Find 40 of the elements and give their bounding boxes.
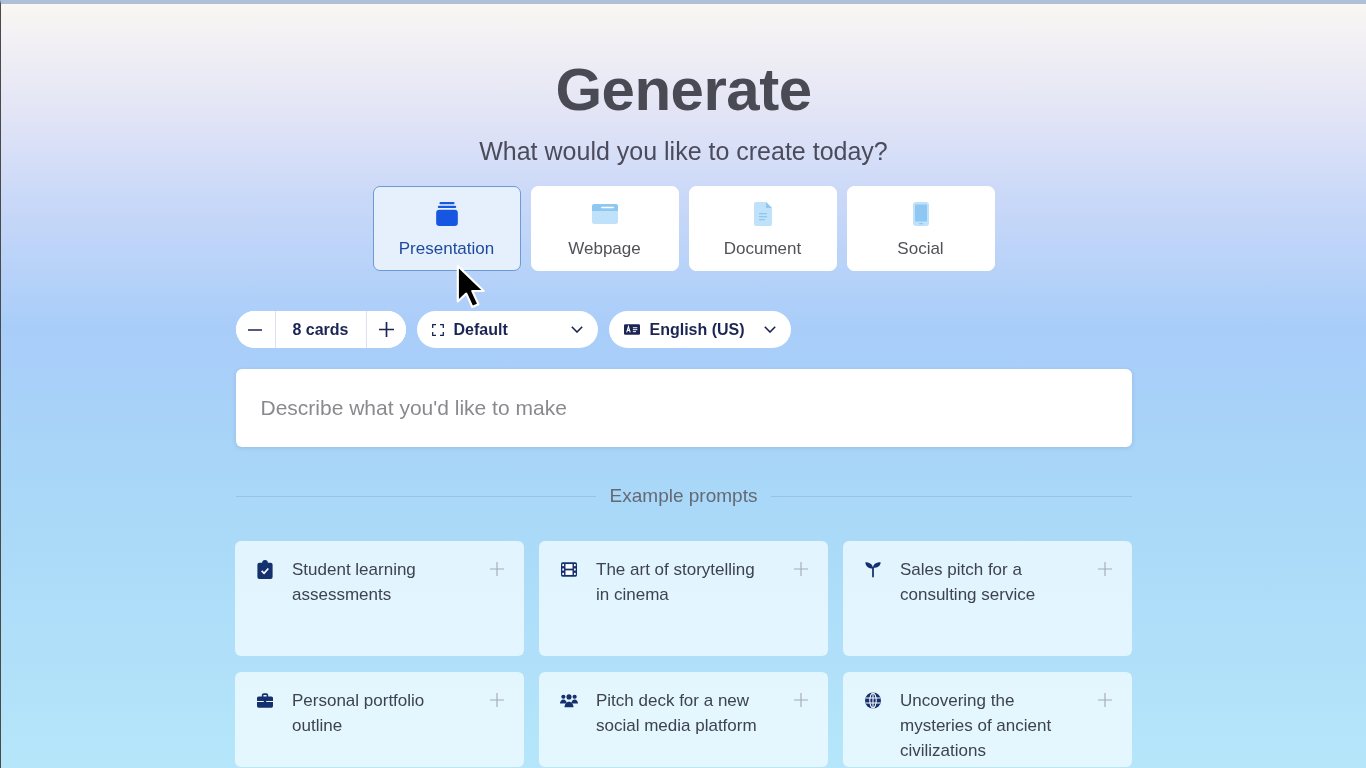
plus-icon	[378, 322, 394, 337]
plus-icon	[490, 693, 504, 707]
prompt-card[interactable]: Sales pitch for a consulting service	[843, 541, 1132, 656]
prompt-input[interactable]: Describe what you'd like to make	[235, 369, 1132, 447]
pointer-cursor-icon	[455, 264, 485, 310]
chevron-down-icon	[763, 326, 776, 333]
phone-icon	[911, 202, 930, 226]
section-label: Example prompts	[609, 485, 758, 507]
browser-window-icon	[591, 204, 618, 224]
briefcase-icon	[257, 691, 273, 710]
film-icon	[561, 560, 577, 579]
prompt-card[interactable]: Pitch deck for a new social media platform	[539, 672, 828, 767]
content-type-tab[interactable]: Webpage	[530, 186, 679, 271]
prompt-card[interactable]: Personal portfolio outline	[235, 672, 524, 767]
prompt-card[interactable]: The art of storytelling in cinema	[539, 541, 828, 656]
content-type-tab[interactable]: Document	[688, 186, 837, 271]
sprout-icon	[865, 560, 881, 579]
plus-icon	[490, 562, 504, 576]
page-heading: Generate	[555, 60, 812, 120]
globe-icon	[865, 691, 881, 710]
prompt-card[interactable]: Uncovering the mysteries of ancient civilizations	[843, 672, 1132, 767]
theme-dropdown[interactable]: Default	[416, 311, 598, 348]
plus-icon	[1098, 693, 1112, 707]
plus-icon	[1098, 562, 1112, 576]
plus-icon	[794, 693, 808, 707]
card-count: 8 cards	[274, 311, 367, 348]
chevron-down-icon	[570, 326, 583, 333]
clipboard-check-icon	[257, 560, 273, 579]
frame-corners-icon	[431, 323, 444, 336]
language-icon	[623, 324, 640, 335]
language-dropdown[interactable]: English (US)	[608, 311, 791, 348]
plus-icon	[794, 562, 808, 576]
prompt-card[interactable]: Student learning assessments	[235, 541, 524, 656]
content-type-tab[interactable]: Social	[846, 186, 995, 271]
page-subheading: What would you like to create today?	[479, 137, 888, 165]
content-type-tab[interactable]: Presentation	[372, 186, 521, 271]
card-stack-icon	[433, 202, 460, 226]
minus-icon	[248, 328, 262, 331]
people-icon	[560, 692, 578, 709]
document-icon	[753, 202, 772, 226]
